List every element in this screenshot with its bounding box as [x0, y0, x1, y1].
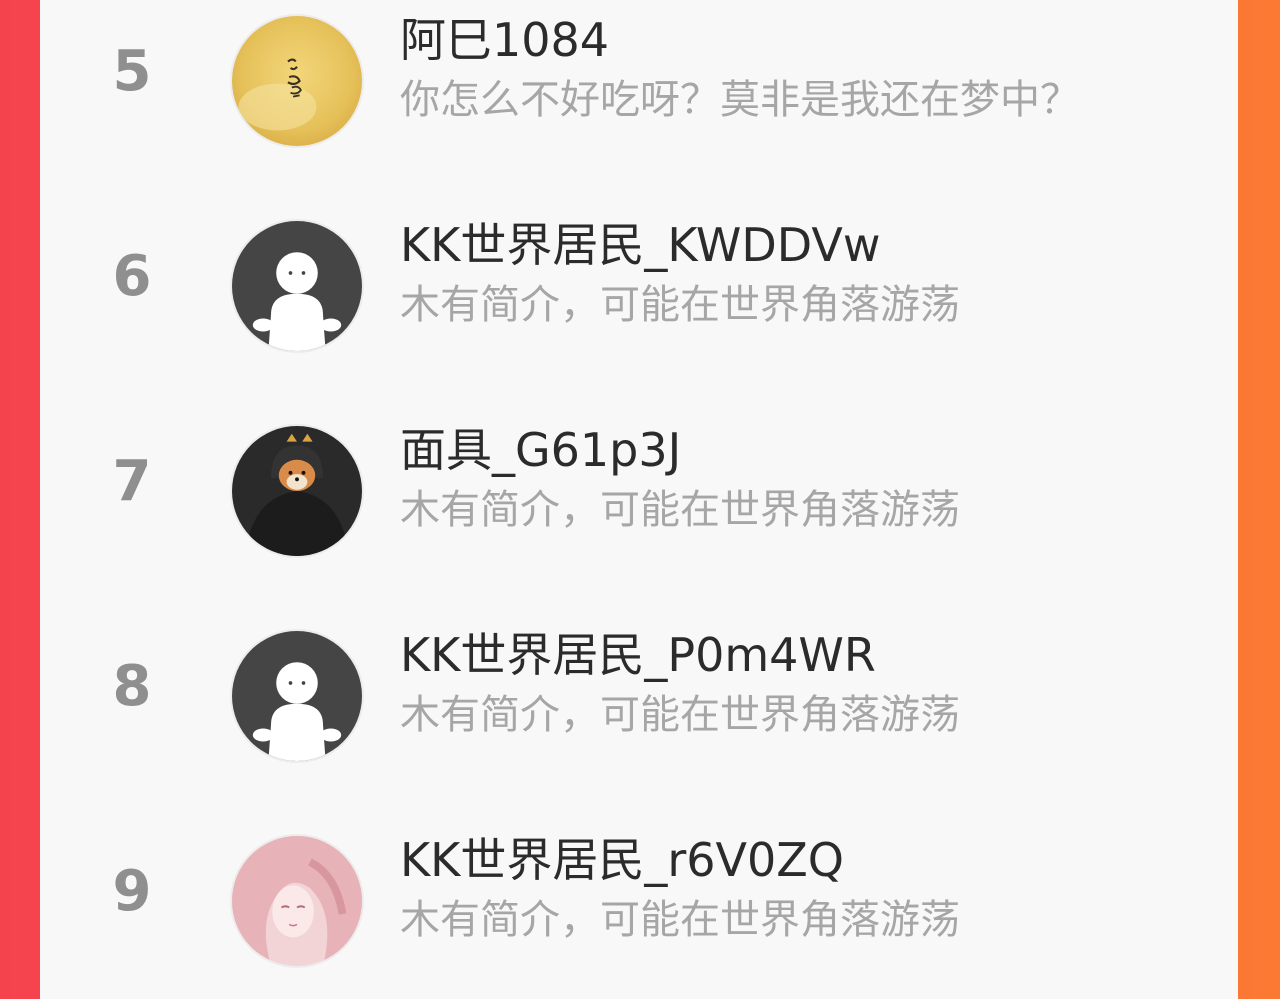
- user-name[interactable]: 面具_G61p3J: [400, 422, 681, 478]
- user-name[interactable]: KK世界居民_KWDDVw: [400, 217, 880, 273]
- avatar[interactable]: [230, 219, 364, 353]
- rank-number: 9: [112, 859, 152, 924]
- rank-number: 5: [112, 39, 152, 104]
- list-item[interactable]: 6 KK世界居民_KWDDVw 木有简介，可能在世界角落游荡: [40, 207, 1238, 357]
- avatar[interactable]: [230, 14, 364, 148]
- shiba-hood-avatar-icon: [232, 426, 362, 556]
- ranking-panel: 5 阿巳1084 你怎么不好吃呀？莫非是我还在梦中？ 6 KK世界居民_KWDD…: [40, 0, 1238, 999]
- default-ghost-avatar-icon: [232, 221, 362, 351]
- user-bio: 木有简介，可能在世界角落游荡: [400, 487, 960, 533]
- user-name[interactable]: KK世界居民_P0m4WR: [400, 627, 876, 683]
- user-name[interactable]: KK世界居民_r6V0ZQ: [400, 832, 844, 888]
- rank-number: 6: [112, 244, 152, 309]
- rank-number: 8: [112, 654, 152, 719]
- anime-girl-avatar-icon: [232, 836, 362, 966]
- list-item[interactable]: 5 阿巳1084 你怎么不好吃呀？莫非是我还在梦中？: [40, 2, 1238, 152]
- user-bio: 木有简介，可能在世界角落游荡: [400, 282, 960, 328]
- user-bio: 木有简介，可能在世界角落游荡: [400, 692, 960, 738]
- list-item[interactable]: 7 面具_G61p3J 木有简介，可能在世界角落游荡: [40, 412, 1238, 562]
- user-bio: 你怎么不好吃呀？莫非是我还在梦中？: [400, 77, 1080, 123]
- avatar[interactable]: [230, 424, 364, 558]
- user-name[interactable]: 阿巳1084: [400, 12, 609, 68]
- rank-number: 7: [112, 449, 152, 514]
- list-item[interactable]: 8 KK世界居民_P0m4WR 木有简介，可能在世界角落游荡: [40, 617, 1238, 767]
- avatar[interactable]: [230, 834, 364, 968]
- list-item[interactable]: 9 KK世界居民_r6V0ZQ 木有简介，可能在世界角落游荡: [40, 822, 1238, 972]
- avatar[interactable]: [230, 629, 364, 763]
- calligraphy-avatar-icon: [232, 16, 362, 146]
- user-bio: 木有简介，可能在世界角落游荡: [400, 897, 960, 943]
- default-ghost-avatar-icon: [232, 631, 362, 761]
